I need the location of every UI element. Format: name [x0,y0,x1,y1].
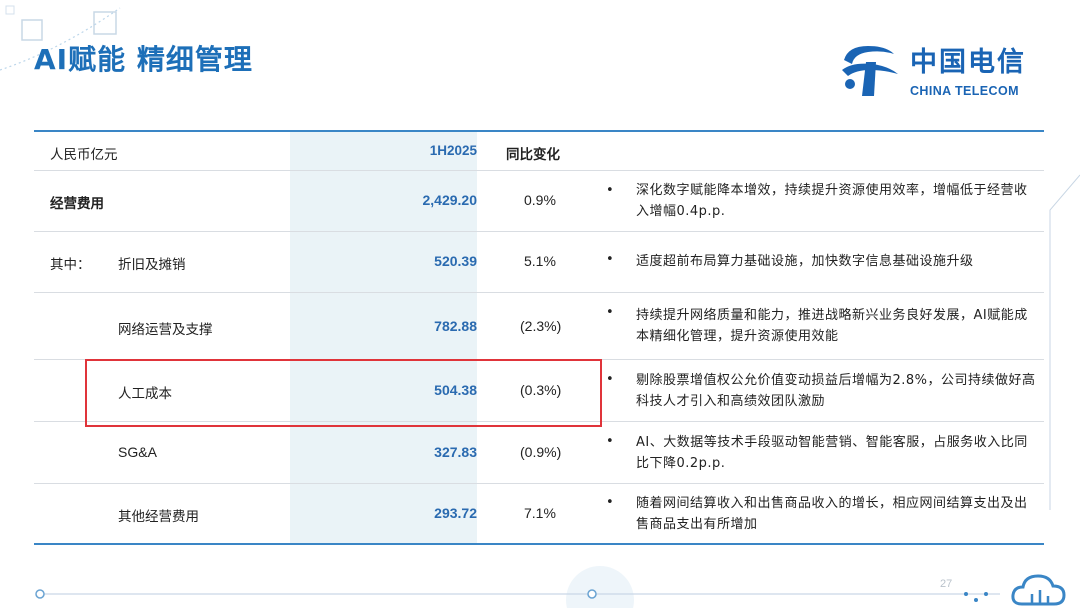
row-value: 327.83 [434,444,477,460]
period-header: 1H2025 [429,143,477,158]
row-value: 2,429.20 [422,192,478,208]
row-label: 网络运营及支撑 [118,322,213,338]
unit-header: 人民币亿元 [50,147,118,163]
row-label: 折旧及摊销 [118,257,186,273]
change-header: 同比变化 [506,147,560,163]
bullet-icon: • [606,495,614,510]
table-bottom-rule [34,543,1044,545]
row-comment: 持续提升网络质量和能力，推进战略新兴业务良好发展，AI赋能成本精细化管理，提升资… [636,308,1028,344]
row-label: 其他经营费用 [118,509,199,525]
page-title: AI赋能 精细管理 [34,43,253,76]
table-row: 网络运营及支撑 782.88 (2.3%) • 持续提升网络质量和能力，推进战略… [34,293,1044,360]
row-comment: 适度超前布局算力基础设施，加快数字信息基础设施升级 [636,254,974,269]
row-value: 293.72 [434,505,477,521]
row-comment: 随着网间结算收入和出售商品收入的增长，相应网间结算支出及出售商品支出有所增加 [636,496,1028,532]
bullet-icon: • [606,252,614,267]
cloud-icon [1011,574,1066,606]
china-telecom-logo: 中国电信 CHINA TELECOM [838,38,1048,102]
page-number: 27 [940,578,953,590]
bullet-icon: • [606,305,614,320]
table-row: 其中： 折旧及摊销 520.39 5.1% • 适度超前布局算力基础设施，加快数… [34,232,1044,293]
row-change: 0.9% [524,192,556,208]
bullet-icon: • [606,434,614,449]
row-change: 5.1% [524,253,556,269]
row-comment: AI、大数据等技术手段驱动智能营销、智能客服，占服务收入比同比下降0.2p.p. [636,435,1028,471]
bullet-icon: • [606,183,614,198]
row-change: (0.9%) [520,444,562,460]
row-label: 经营费用 [50,196,104,212]
row-change: (2.3%) [520,318,562,334]
table-row: SG&A 327.83 (0.9%) • AI、大数据等技术手段驱动智能营销、智… [34,422,1044,484]
row-comment: 深化数字赋能降本增效，持续提升资源使用效率，增幅低于经营收入增幅0.4p.p. [636,183,1028,219]
china-telecom-emblem-icon [842,46,898,96]
table-header-row: 人民币亿元 1H2025 同比变化 [34,132,1044,171]
row-change: 7.1% [524,505,556,521]
row-prefix: 其中： [50,257,91,273]
logo-chinese-text: 中国电信 [910,47,1026,78]
bullet-icon: • [606,372,614,387]
row-label: SG&A [118,444,157,460]
row-comment: 剔除股票增值权公允价值变动损益后增幅为2.8%，公司持续做好高科技人才引入和高绩… [636,373,1036,409]
bottom-decoration [35,566,1000,608]
row-value: 520.39 [434,253,477,269]
table-row: 经营费用 2,429.20 0.9% • 深化数字赋能降本增效，持续提升资源使用… [34,171,1044,232]
table-row: 其他经营费用 293.72 7.1% • 随着网间结算收入和出售商品收入的增长，… [34,484,1044,543]
logo-english-text: CHINA TELECOM [910,84,1019,98]
row-value: 782.88 [434,318,477,334]
labor-cost-highlight-box [85,359,602,427]
